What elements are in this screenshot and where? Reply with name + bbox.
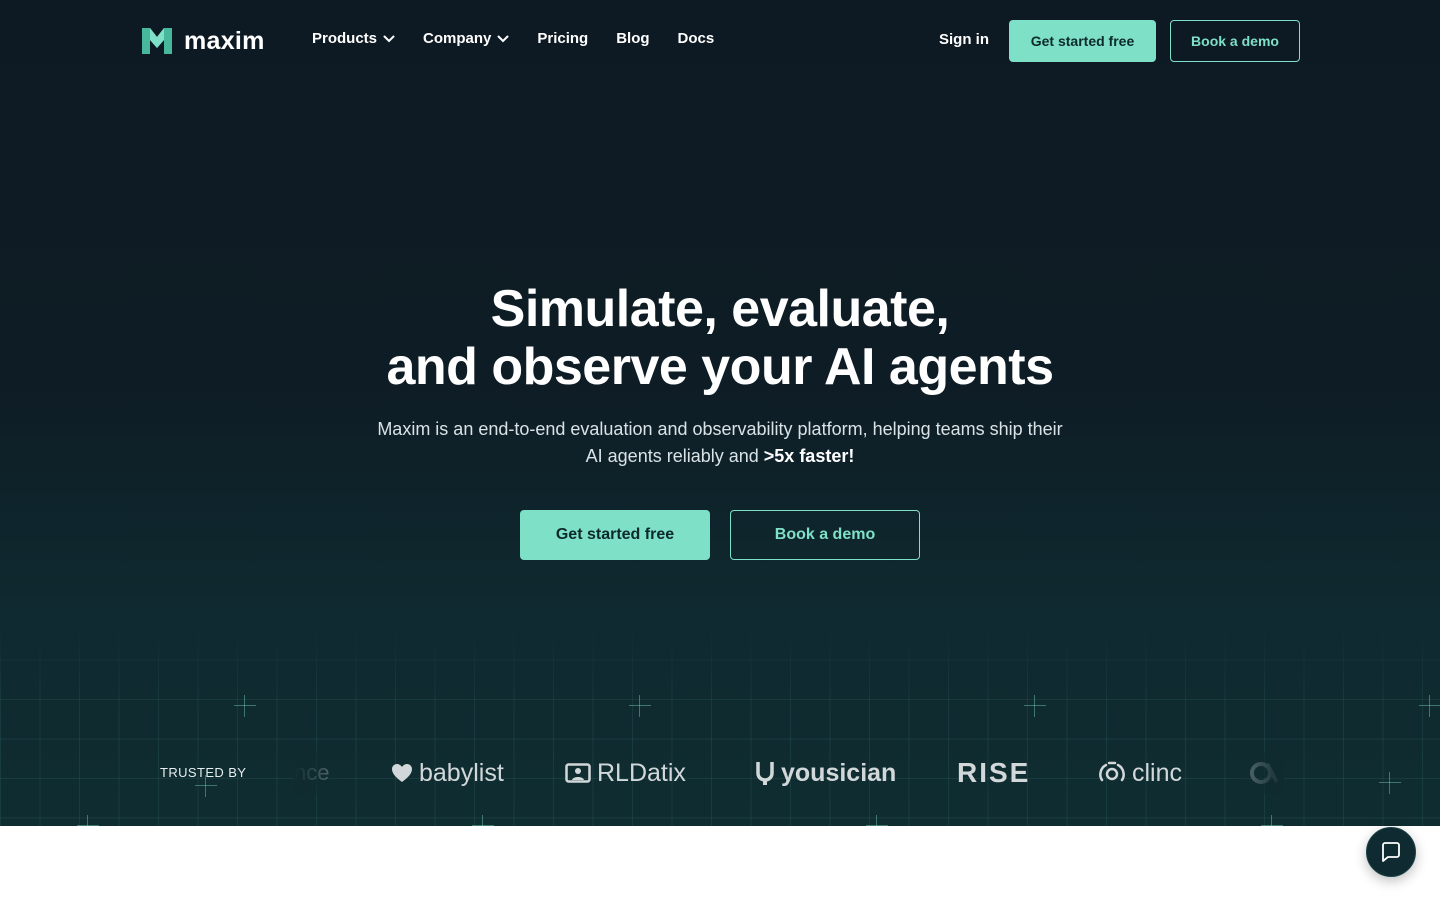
yousician-mark-icon xyxy=(756,762,774,785)
chat-launcher-button[interactable] xyxy=(1366,827,1416,877)
grid-plus-decoration xyxy=(866,815,888,826)
customer-logo-babylist: babylist xyxy=(391,752,504,794)
subtitle-text: Maxim is an end-to-end evaluation and ob… xyxy=(377,419,1063,466)
customer-logo-clinc: clinc xyxy=(1098,752,1182,794)
hero-book-demo-button[interactable]: Book a demo xyxy=(730,510,920,560)
hero-get-started-button[interactable]: Get started free xyxy=(520,510,710,560)
nav-item-label: Docs xyxy=(677,30,715,47)
chat-bubble-icon xyxy=(1382,842,1400,862)
nav-item-label: Company xyxy=(423,30,492,47)
nav-item-docs[interactable]: Docs xyxy=(678,30,715,47)
grid-plus-decoration xyxy=(234,695,256,717)
logo-strip-fade-right xyxy=(1234,752,1284,794)
hero-subtitle: Maxim is an end-to-end evaluation and ob… xyxy=(370,416,1070,470)
customer-logo-rise: RISE xyxy=(957,757,1031,788)
nav-item-pricing[interactable]: Pricing xyxy=(537,30,588,47)
nav-book-demo-button[interactable]: Book a demo xyxy=(1170,20,1300,62)
nav-get-started-button[interactable]: Get started free xyxy=(1009,20,1156,62)
nav-item-label: Products xyxy=(312,30,378,47)
top-navigation: maxim Products Company Pricing Blog Docs… xyxy=(0,0,1440,82)
headline-line-1: Simulate, evaluate, xyxy=(490,280,950,338)
grid-plus-decoration xyxy=(1379,772,1401,794)
brand-name: maxim xyxy=(184,26,265,55)
grid-plus-decoration xyxy=(77,815,99,826)
customer-logo-rldatix: RLDatix xyxy=(565,752,686,794)
clinc-mark-icon xyxy=(1099,761,1125,782)
subtitle-emphasis: >5x faster! xyxy=(763,446,855,466)
grid-plus-decoration xyxy=(472,815,494,826)
sign-in-link[interactable]: Sign in xyxy=(939,31,989,48)
nav-item-label: Pricing xyxy=(537,30,589,47)
photo-people-icon xyxy=(565,763,591,783)
hero-headline: Simulate, evaluate, and observe your AI … xyxy=(0,280,1440,396)
grid-plus-decoration xyxy=(1024,695,1046,717)
grid-plus-decoration xyxy=(1261,815,1283,826)
nav-item-products[interactable]: Products xyxy=(312,30,395,47)
heart-icon xyxy=(392,764,412,782)
brand-logo[interactable]: maxim xyxy=(140,26,265,56)
customer-logo-strip: nce babylist RLDatix yousician RISE clin… xyxy=(294,752,1284,794)
chevron-down-icon xyxy=(497,35,509,42)
nav-item-blog[interactable]: Blog xyxy=(616,30,649,47)
headline-line-2: and observe your AI agents xyxy=(386,338,1054,396)
nav-links: Products Company Pricing Blog Docs xyxy=(312,30,714,47)
trusted-by-label: TRUSTED BY xyxy=(160,765,247,780)
chevron-down-icon xyxy=(383,35,395,42)
nav-item-company[interactable]: Company xyxy=(423,30,509,47)
nav-item-label: Blog xyxy=(616,30,650,47)
hero-section: maxim Products Company Pricing Blog Docs… xyxy=(0,0,1440,826)
grid-plus-decoration xyxy=(629,695,651,717)
maxim-logo-icon xyxy=(142,28,172,54)
logo-strip-fade-left xyxy=(294,752,344,794)
grid-plus-decoration xyxy=(1419,695,1440,717)
customer-logo-yousician: yousician xyxy=(755,752,896,794)
